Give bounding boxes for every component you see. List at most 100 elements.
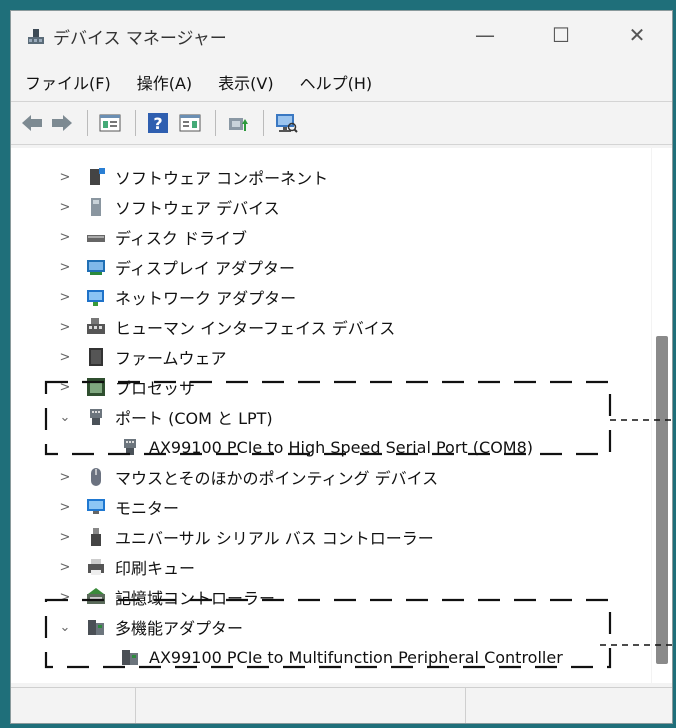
device-label: モニター [115,499,180,518]
device-label: 記憶域コントローラー [115,589,276,608]
device-label: ネットワーク アダプター [115,289,297,308]
software-device-icon [91,198,101,216]
device-category[interactable]: > ヒューマン インターフェイス デバイス [11,312,651,342]
software-component-icon [90,168,105,185]
expand-chevron-icon[interactable]: > [59,530,71,545]
expand-chevron-icon[interactable]: > [59,200,71,215]
disk-drive-icon [87,235,105,242]
toolbar-separator [215,110,216,136]
device-category[interactable]: ⌄ ポート (COM と LPT) [11,402,651,432]
menu-bar: ファイル(F) 操作(A) 表示(V) ヘルプ(H) [11,65,672,99]
maximize-button[interactable]: ☐ [533,17,589,53]
forward-arrow-icon[interactable] [49,110,75,136]
minimize-button[interactable]: — [457,17,513,53]
device-tree: > ソフトウェア コンポーネント > ソフトウェア デバイス > ディスク ドライブ > ディ… [11,148,651,683]
device-category[interactable]: ⌄ 多機能アダプター [11,612,651,642]
minimize-icon: — [475,23,495,47]
device-category[interactable]: > 記憶域コントローラー [11,582,651,612]
title-bar[interactable]: デバイス マネージャー — ☐ ✕ [11,11,672,59]
expand-chevron-icon[interactable]: > [59,290,71,305]
multifunction-adapter-icon [88,620,104,635]
firmware-icon [89,348,103,366]
collapse-chevron-icon[interactable]: ⌄ [59,410,71,425]
device-label: 印刷キュー [115,559,196,578]
menu-action[interactable]: 操作(A) [135,66,194,98]
toolbar-separator [135,110,136,136]
menu-help[interactable]: ヘルプ(H) [298,66,375,98]
expand-chevron-icon[interactable]: > [59,500,71,515]
multifunction-adapter-icon [122,650,138,665]
device-category[interactable]: > ディスプレイ アダプター [11,252,651,282]
back-arrow-icon[interactable] [19,110,45,136]
printer-icon [88,559,104,575]
device-manager-icon [28,29,44,44]
port-icon [90,409,102,425]
status-bar [11,687,672,723]
device-label: ソフトウェア デバイス [115,199,280,218]
device-label: マウスとそのほかのポインティング デバイス [115,469,439,488]
usb-icon [91,528,101,546]
device-item[interactable]: AX99100 PCIe to High Speed Serial Port (… [11,432,651,462]
status-cell [465,688,672,723]
device-label: ディスク ドライブ [115,229,247,248]
maximize-icon: ☐ [552,23,570,47]
status-cell [135,688,466,723]
svg-text:?: ? [153,114,162,133]
device-category[interactable]: > ファームウェア [11,342,651,372]
menu-view[interactable]: 表示(V) [216,66,275,98]
device-category[interactable]: > ソフトウェア デバイス [11,192,651,222]
expand-chevron-icon[interactable]: > [59,320,71,335]
help-icon[interactable]: ? [145,110,171,136]
menu-file[interactable]: ファイル(F) [23,66,113,98]
expand-chevron-icon[interactable]: > [59,230,71,245]
device-label: ポート (COM と LPT) [115,409,273,428]
update-driver-icon[interactable] [225,110,251,136]
device-category[interactable]: > ディスク ドライブ [11,222,651,252]
device-category[interactable]: > 印刷キュー [11,552,651,582]
device-category[interactable]: > ソフトウェア コンポーネント [11,162,651,192]
scan-hardware-icon[interactable] [273,110,299,136]
device-item[interactable]: AX99100 PCIe to Multifunction Peripheral… [11,642,651,672]
processor-icon [87,378,105,396]
device-category[interactable]: > ネットワーク アダプター [11,282,651,312]
device-label: プロセッサ [115,379,196,398]
close-icon: ✕ [628,23,646,47]
port-icon [124,439,136,455]
device-label: ディスプレイ アダプター [115,259,295,278]
monitor-icon [87,499,105,514]
display-adapter-icon [87,260,105,275]
close-button[interactable]: ✕ [609,17,665,53]
device-label: ソフトウェア コンポーネント [115,169,329,188]
toolbar-separator [263,110,264,136]
device-category[interactable]: > プロセッサ [11,372,651,402]
expand-chevron-icon[interactable]: > [59,470,71,485]
device-label: AX99100 PCIe to High Speed Serial Port (… [149,437,534,457]
device-category[interactable]: > ユニバーサル シリアル バス コントローラー [11,522,651,552]
view-icon[interactable] [177,110,203,136]
device-label: ヒューマン インターフェイス デバイス [115,319,396,338]
status-cell [11,688,136,723]
window-title: デバイス マネージャー [53,29,227,49]
device-manager-window: デバイス マネージャー — ☐ ✕ ファイル(F) 操作(A) 表示(V) ヘル… [10,10,673,724]
expand-chevron-icon[interactable]: > [59,380,71,395]
toolbar-separator [87,110,88,136]
scrollbar-thumb[interactable] [656,336,668,664]
device-label: ファームウェア [115,349,227,368]
hid-icon [87,318,105,334]
toolbar: ? [11,101,672,145]
device-label: 多機能アダプター [115,619,244,638]
vertical-scrollbar[interactable] [652,148,672,683]
expand-chevron-icon[interactable]: > [59,350,71,365]
expand-chevron-icon[interactable]: > [59,260,71,275]
collapse-chevron-icon[interactable]: ⌄ [59,620,71,635]
device-category[interactable]: > モニター [11,492,651,522]
expand-chevron-icon[interactable]: > [59,170,71,185]
device-label: AX99100 PCIe to Multifunction Peripheral… [149,647,563,667]
expand-chevron-icon[interactable]: > [59,560,71,575]
properties-icon[interactable] [97,110,123,136]
mouse-icon [91,468,101,486]
expand-chevron-icon[interactable]: > [59,590,71,605]
device-category[interactable]: > マウスとそのほかのポインティング デバイス [11,462,651,492]
network-adapter-icon [87,290,104,306]
device-label: ユニバーサル シリアル バス コントローラー [115,529,434,548]
